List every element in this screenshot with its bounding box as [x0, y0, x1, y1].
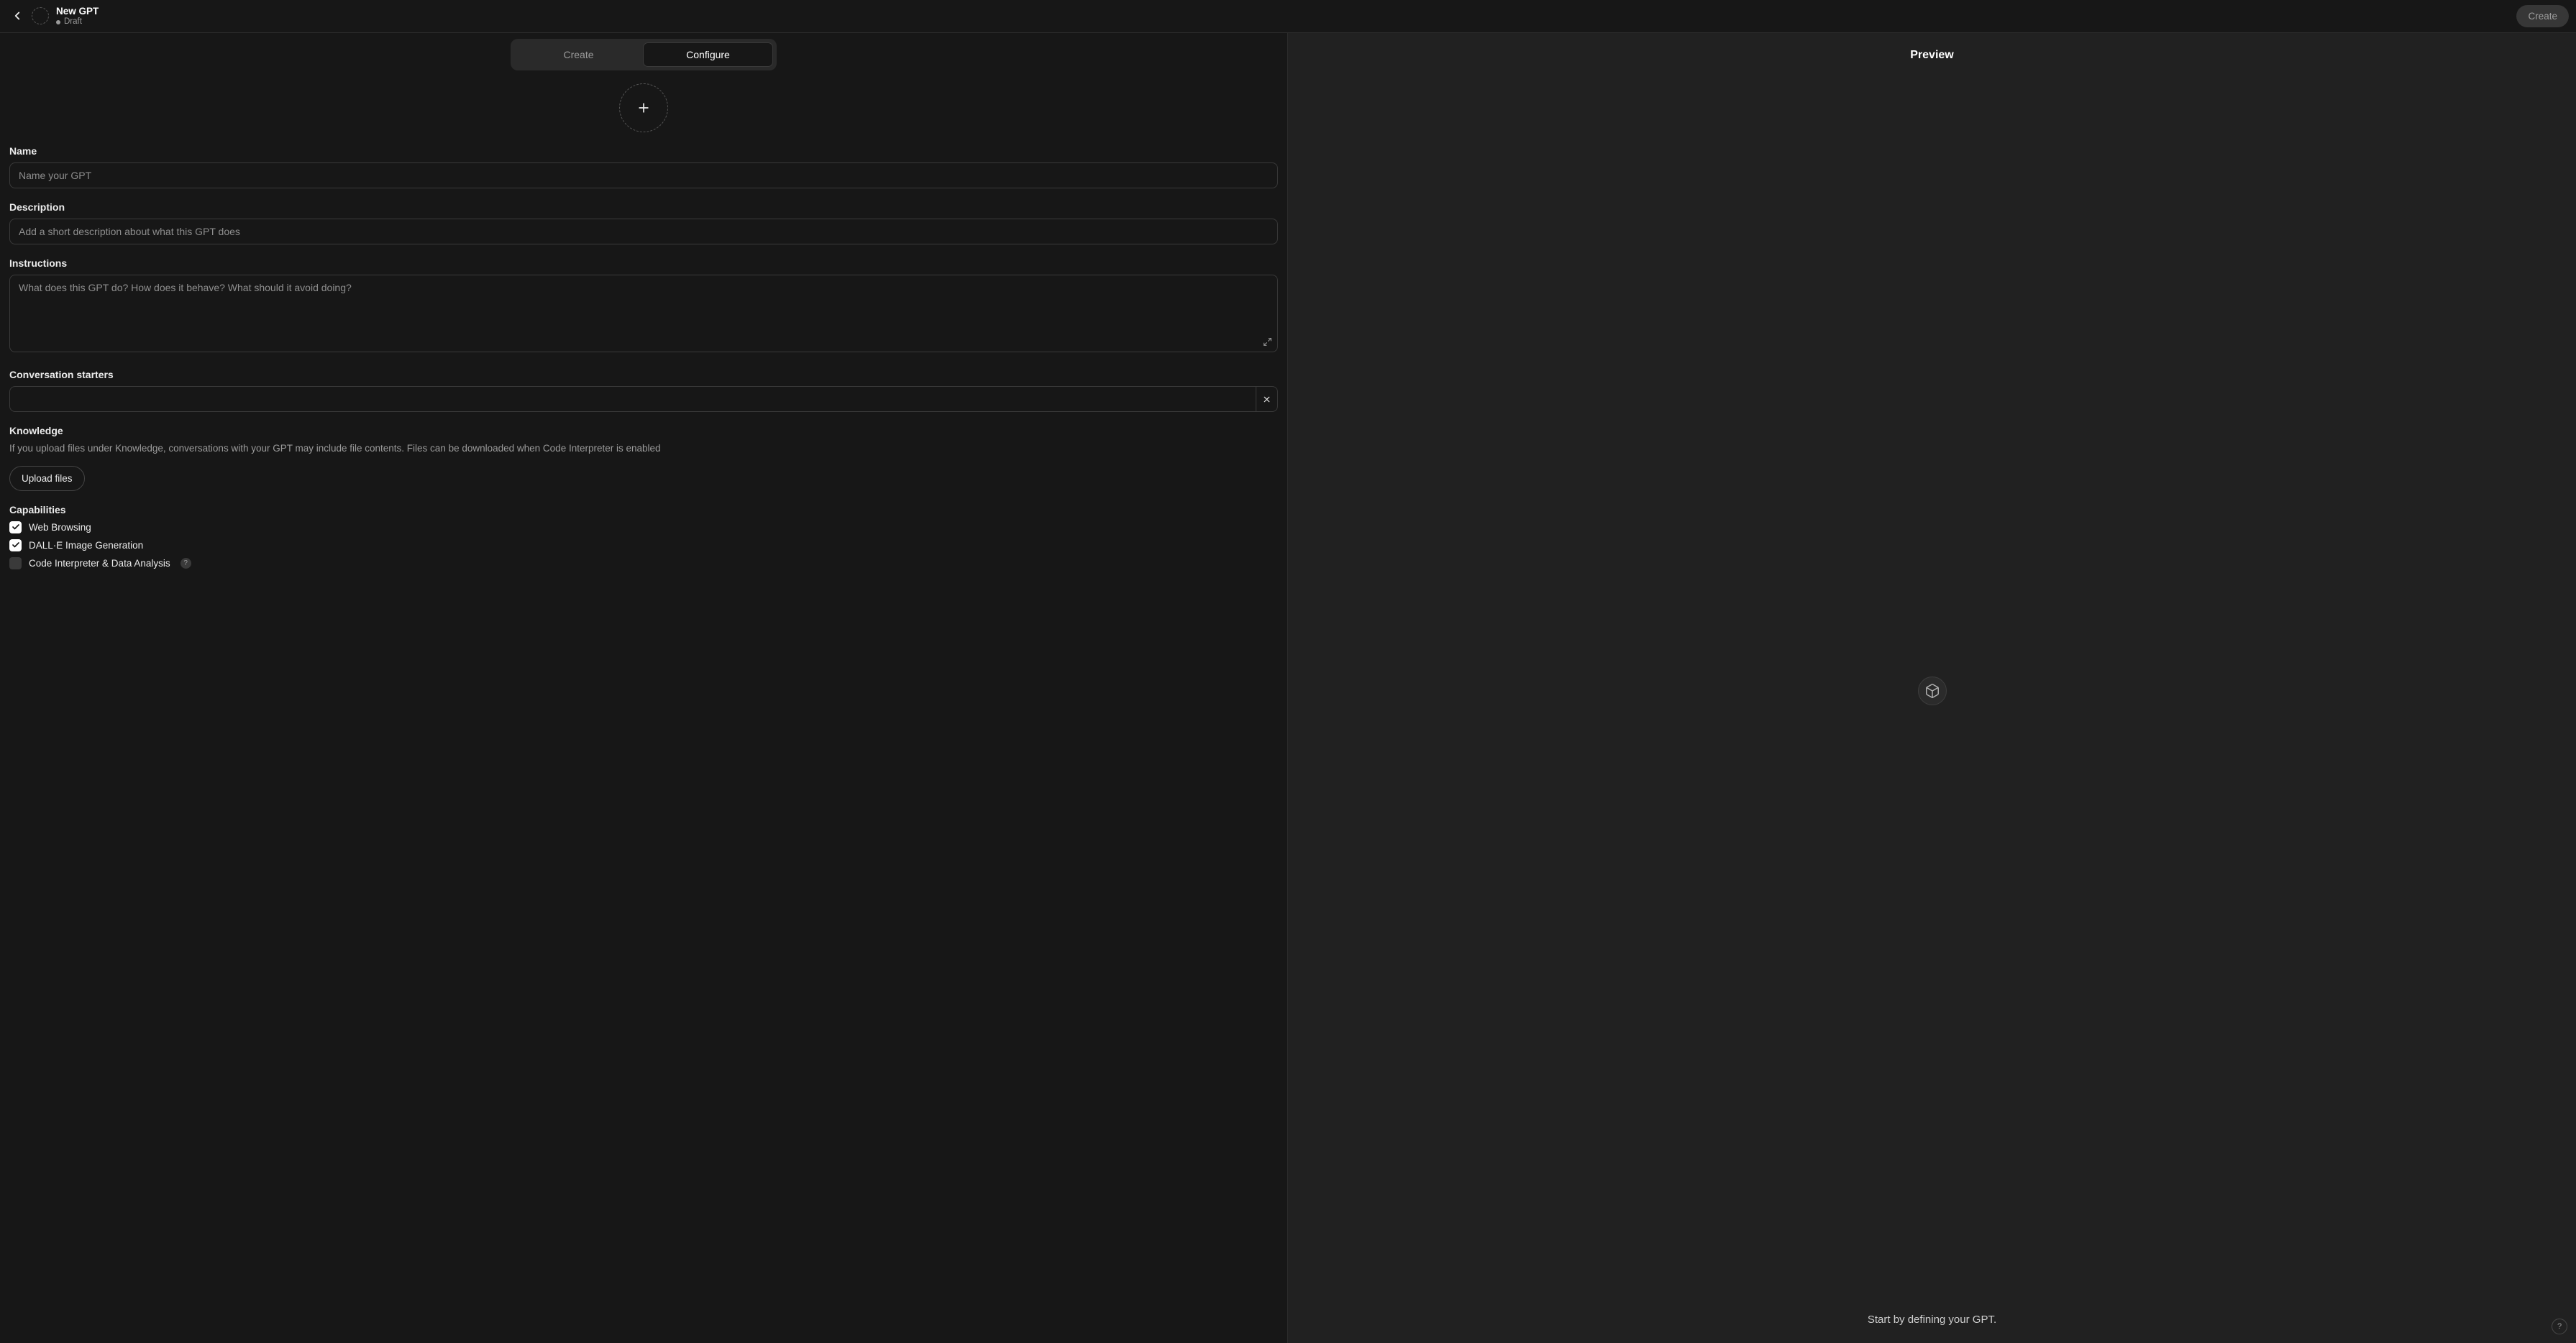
tab-switcher: Create Configure	[511, 39, 777, 70]
instructions-group: Instructions	[9, 257, 1278, 356]
page-title: New GPT	[56, 6, 99, 17]
instructions-wrap	[9, 275, 1278, 356]
knowledge-help-text: If you upload files under Knowledge, con…	[9, 442, 1278, 456]
expand-icon	[1263, 337, 1272, 347]
checkbox-dalle[interactable]	[9, 539, 22, 551]
description-group: Description	[9, 201, 1278, 244]
title-block: New GPT Draft	[56, 6, 99, 27]
description-input[interactable]	[9, 219, 1278, 244]
capability-code-interpreter: Code Interpreter & Data Analysis ?	[9, 557, 1278, 569]
capability-dalle: DALL·E Image Generation	[9, 539, 1278, 551]
checkbox-code-interpreter[interactable]	[9, 557, 22, 569]
starter-remove-button[interactable]	[1256, 387, 1277, 411]
close-icon	[1262, 395, 1271, 404]
cube-icon	[1924, 683, 1940, 699]
preview-panel: Preview Start by defining your GPT. ?	[1288, 33, 2576, 1343]
capability-label: DALL·E Image Generation	[29, 540, 143, 551]
avatar-upload-button[interactable]	[619, 83, 668, 132]
status-dot-icon	[56, 20, 60, 24]
capability-label: Web Browsing	[29, 522, 91, 533]
upload-files-button[interactable]: Upload files	[9, 466, 85, 491]
tab-create[interactable]: Create	[514, 42, 643, 67]
app-header: New GPT Draft Create	[0, 0, 2576, 33]
chevron-left-icon	[11, 9, 24, 22]
name-group: Name	[9, 145, 1278, 188]
configure-panel: Create Configure Name Description Instru…	[0, 33, 1288, 1343]
check-icon	[12, 523, 20, 531]
status-text: Draft	[64, 17, 82, 27]
avatar-upload-wrap	[9, 83, 1278, 132]
name-input[interactable]	[9, 162, 1278, 188]
capabilities-group: Capabilities Web Browsing DALL·E Image G…	[9, 504, 1278, 569]
create-button[interactable]: Create	[2516, 5, 2569, 27]
name-label: Name	[9, 145, 1278, 157]
back-button[interactable]	[10, 9, 24, 23]
preview-placeholder-badge	[1918, 677, 1947, 705]
plus-icon	[636, 101, 651, 115]
expand-textarea-button[interactable]	[1263, 337, 1272, 350]
starters-label: Conversation starters	[9, 369, 1278, 380]
gpt-avatar-placeholder	[32, 7, 49, 24]
instructions-textarea[interactable]	[9, 275, 1278, 352]
instructions-label: Instructions	[9, 257, 1278, 269]
preview-title: Preview	[1288, 33, 2576, 68]
starter-row	[9, 386, 1278, 412]
tab-configure[interactable]: Configure	[643, 42, 773, 67]
header-left: New GPT Draft	[10, 6, 99, 27]
preview-center	[1288, 68, 2576, 1314]
help-button[interactable]: ?	[2552, 1319, 2567, 1334]
description-label: Description	[9, 201, 1278, 213]
knowledge-label: Knowledge	[9, 425, 1278, 436]
check-icon	[12, 541, 20, 549]
starters-group: Conversation starters	[9, 369, 1278, 412]
capability-web-browsing: Web Browsing	[9, 521, 1278, 533]
checkbox-web-browsing[interactable]	[9, 521, 22, 533]
main-content: Create Configure Name Description Instru…	[0, 33, 2576, 1343]
starter-input[interactable]	[10, 387, 1256, 411]
info-icon[interactable]: ?	[181, 558, 191, 569]
knowledge-group: Knowledge If you upload files under Know…	[9, 425, 1278, 491]
preview-footer-text: Start by defining your GPT.	[1288, 1314, 2576, 1343]
status-row: Draft	[56, 17, 99, 27]
capability-label: Code Interpreter & Data Analysis	[29, 558, 170, 569]
capabilities-label: Capabilities	[9, 504, 1278, 515]
